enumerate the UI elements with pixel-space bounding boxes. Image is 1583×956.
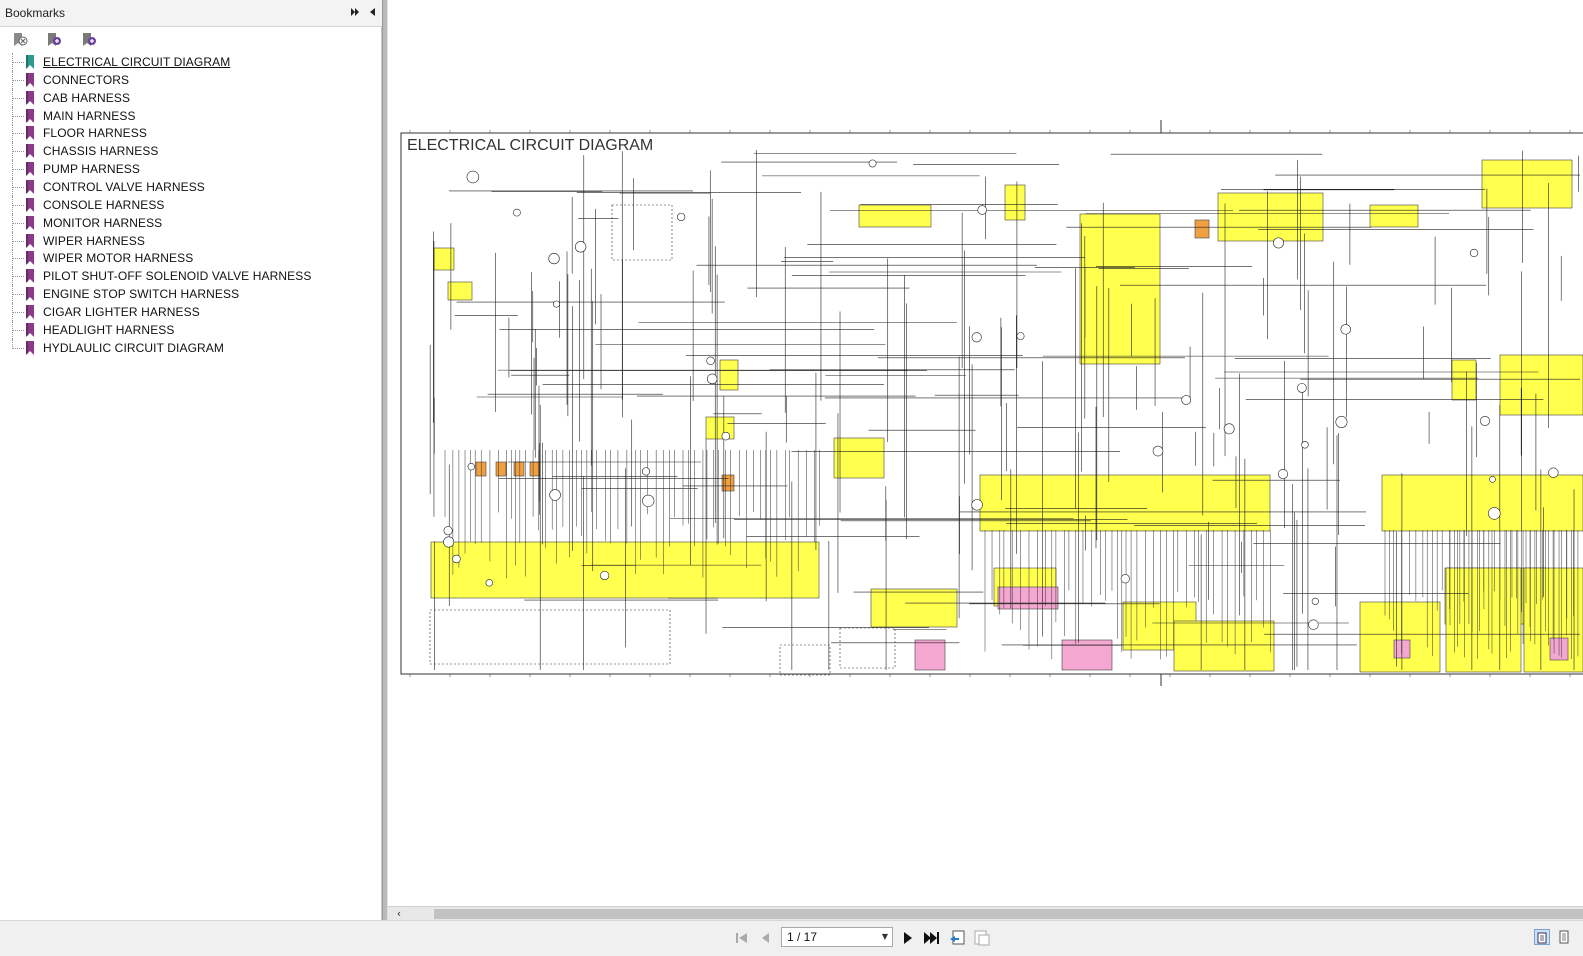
bookmark-item[interactable]: ENGINE STOP SWITCH HARNESS (0, 285, 380, 304)
bookmark-item[interactable]: CIGAR LIGHTER HARNESS (0, 302, 380, 321)
bookmark-icon (26, 179, 34, 194)
bookmark-item[interactable]: PILOT SHUT-OFF SOLENOID VALVE HARNESS (0, 267, 380, 286)
bookmark-label[interactable]: WIPER HARNESS (43, 234, 145, 248)
single-page-icon[interactable] (1534, 929, 1550, 945)
last-page-icon[interactable] (922, 929, 940, 947)
tree-connector (12, 177, 24, 196)
tree-connector (12, 267, 24, 286)
bookmark-icon (26, 108, 34, 123)
prev-page-icon[interactable] (757, 929, 775, 947)
tree-connector (12, 70, 24, 89)
bookmark-icon (26, 144, 34, 159)
bookmark-item[interactable]: MAIN HARNESS (0, 106, 380, 125)
bookmark-label[interactable]: MONITOR HARNESS (43, 216, 162, 230)
bookmark-label[interactable]: HYDLAULIC CIRCUIT DIAGRAM (43, 341, 224, 355)
bookmark-item[interactable]: CONNECTORS (0, 70, 380, 89)
bookmark-item[interactable]: CAB HARNESS (0, 88, 380, 107)
tree-connector (12, 285, 24, 304)
bookmark-icon (26, 90, 34, 105)
bookmark-item[interactable]: FLOOR HARNESS (0, 124, 380, 143)
bookmark-label[interactable]: CHASSIS HARNESS (43, 144, 159, 158)
bookmark-item[interactable]: HEADLIGHT HARNESS (0, 320, 380, 339)
diagram-title: ELECTRICAL CIRCUIT DIAGRAM (407, 137, 654, 154)
bookmark-label[interactable]: MAIN HARNESS (43, 109, 136, 123)
add-bookmark-icon[interactable] (45, 31, 63, 49)
add-child-bookmark-icon[interactable] (80, 31, 98, 49)
next-view-icon[interactable] (973, 929, 991, 947)
continuous-icon[interactable] (1557, 929, 1573, 945)
bookmark-label[interactable]: CONSOLE HARNESS (43, 198, 165, 212)
bookmark-icon (26, 287, 34, 302)
circuit-diagram-page (400, 120, 1583, 686)
tree-connector (12, 53, 24, 71)
bookmarks-header: Bookmarks (0, 0, 382, 27)
tree-connector (12, 302, 24, 321)
page-number-field[interactable]: 1 / 17 ▼ (781, 927, 893, 947)
bookmark-icon (26, 197, 34, 212)
bookmark-label[interactable]: CONTROL VALVE HARNESS (43, 180, 205, 194)
bookmark-icon (26, 162, 34, 177)
bookmarks-toolbar (0, 28, 382, 52)
bookmark-icon (26, 233, 34, 248)
tree-connector (12, 320, 24, 339)
first-page-icon[interactable] (733, 929, 751, 947)
bookmarks-title: Bookmarks (5, 6, 66, 20)
page-number-value: 1 / 17 (787, 930, 818, 944)
bookmark-label[interactable]: PUMP HARNESS (43, 162, 140, 176)
bookmark-icon (26, 72, 34, 87)
scroll-left-icon[interactable]: ‹ (392, 907, 406, 921)
tree-connector (12, 195, 24, 214)
tree-connector (12, 106, 24, 125)
bookmark-label[interactable]: CAB HARNESS (43, 91, 130, 105)
bookmark-label[interactable]: ENGINE STOP SWITCH HARNESS (43, 287, 239, 301)
bookmark-label[interactable]: ELECTRICAL CIRCUIT DIAGRAM (43, 55, 230, 69)
bookmark-icon (26, 340, 34, 355)
previous-view-icon[interactable] (948, 929, 966, 947)
bookmarks-panel: Bookmarks ELECTRICAL CIRCUIT DIAGRAM CON… (0, 0, 382, 920)
delete-bookmark-icon[interactable] (11, 31, 29, 49)
bookmark-label[interactable]: CONNECTORS (43, 73, 129, 87)
horizontal-scrollbar[interactable]: ‹ (388, 906, 1583, 920)
bookmark-item[interactable]: WIPER HARNESS (0, 231, 380, 250)
tree-connector (12, 231, 24, 250)
bookmark-icon (26, 55, 34, 69)
tree-connector (12, 338, 24, 349)
bookmark-icon (26, 304, 34, 319)
bookmark-item[interactable]: WIPER MOTOR HARNESS (0, 249, 380, 268)
page-navigation-bar: 1 / 17 ▼ (0, 920, 1583, 956)
pdf-viewer-window: Bookmarks ELECTRICAL CIRCUIT DIAGRAM CON… (0, 0, 1583, 956)
tree-connector (12, 88, 24, 107)
tree-connector (12, 249, 24, 268)
bookmark-label[interactable]: WIPER MOTOR HARNESS (43, 251, 193, 265)
tree-connector (12, 160, 24, 179)
bookmark-item[interactable]: HYDLAULIC CIRCUIT DIAGRAM (0, 338, 380, 357)
bookmark-item[interactable]: CHASSIS HARNESS (0, 142, 380, 161)
bookmark-label[interactable]: CIGAR LIGHTER HARNESS (43, 305, 200, 319)
bookmark-icon (26, 126, 34, 141)
scrollbar-thumb[interactable] (434, 909, 1583, 919)
tree-connector (12, 142, 24, 161)
arrow-left-icon[interactable] (365, 5, 379, 19)
bookmark-item[interactable]: PUMP HARNESS (0, 160, 380, 179)
bookmark-item[interactable]: CONTROL VALVE HARNESS (0, 177, 380, 196)
bookmark-label[interactable]: HEADLIGHT HARNESS (43, 323, 175, 337)
bookmark-label[interactable]: FLOOR HARNESS (43, 126, 147, 140)
bookmark-icon (26, 322, 34, 337)
bookmark-icon (26, 269, 34, 284)
chevron-down-icon[interactable]: ▼ (880, 931, 890, 943)
next-page-icon[interactable] (899, 929, 917, 947)
document-view[interactable]: ELECTRICAL CIRCUIT DIAGRAM (388, 0, 1583, 906)
bookmark-item[interactable]: MONITOR HARNESS (0, 213, 380, 232)
bookmark-icon (26, 251, 34, 266)
bookmark-icon (26, 215, 34, 230)
double-arrow-right-icon[interactable] (348, 5, 362, 19)
bookmark-label[interactable]: PILOT SHUT-OFF SOLENOID VALVE HARNESS (43, 269, 311, 283)
tree-connector (12, 124, 24, 143)
bookmark-item[interactable]: ELECTRICAL CIRCUIT DIAGRAM (0, 53, 380, 71)
bookmark-item[interactable]: CONSOLE HARNESS (0, 195, 380, 214)
tree-connector (12, 213, 24, 232)
